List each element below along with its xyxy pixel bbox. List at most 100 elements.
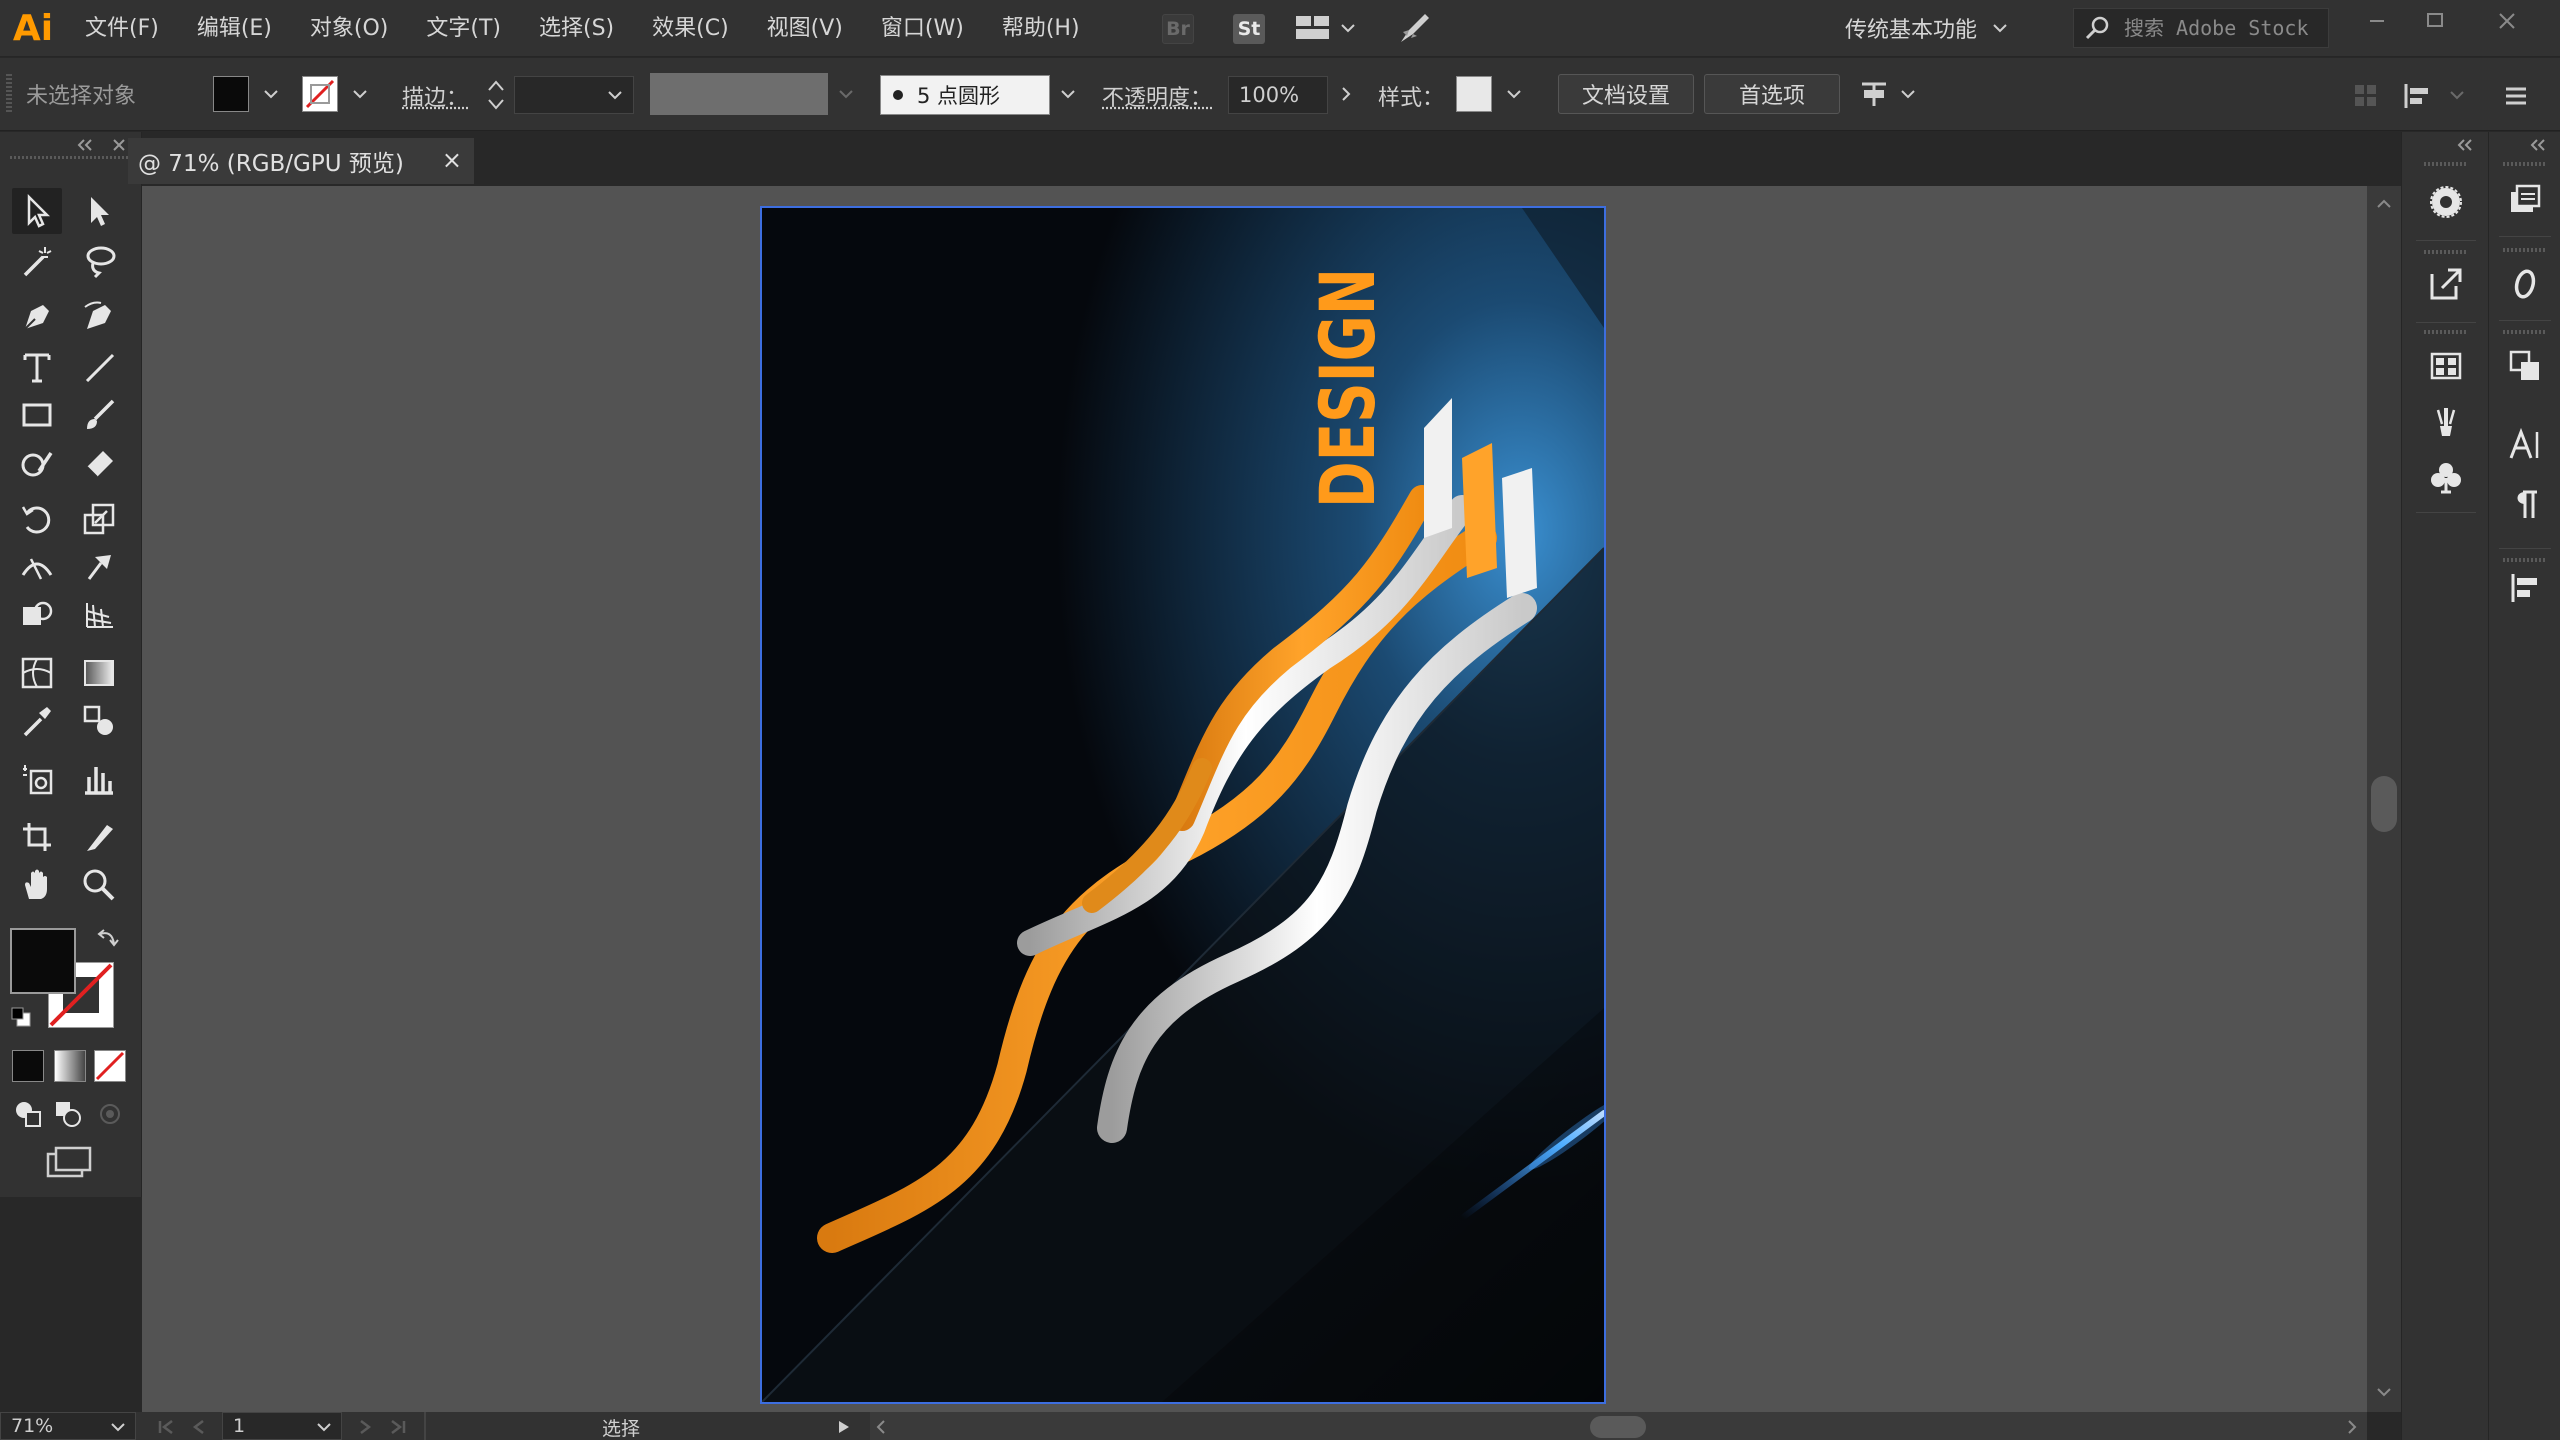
arrange-documents-button[interactable] <box>1295 12 1357 44</box>
menu-window[interactable]: 窗口(W) <box>862 0 983 57</box>
vertical-scroll-thumb[interactable] <box>2371 776 2397 832</box>
pen-tool[interactable] <box>12 294 62 340</box>
menu-view[interactable]: 视图(V) <box>748 0 862 57</box>
menu-object[interactable]: 对象(O) <box>291 0 407 57</box>
panel-grip[interactable] <box>2503 248 2547 252</box>
workspace-switcher[interactable]: 传统基本功能 <box>1845 8 2009 48</box>
default-fill-stroke-icon[interactable] <box>10 1006 32 1028</box>
magic-wand-tool[interactable] <box>12 238 62 284</box>
menu-type[interactable]: 文字(T) <box>407 0 520 57</box>
gradient-tool[interactable] <box>74 650 124 696</box>
style-dropdown-icon[interactable] <box>1504 84 1524 104</box>
profile-dropdown-icon[interactable] <box>836 84 856 104</box>
draw-normal-icon[interactable] <box>12 1098 44 1130</box>
stock-search-input[interactable] <box>2124 16 2314 40</box>
blend-tool[interactable] <box>74 698 124 744</box>
scroll-left-icon[interactable] <box>874 1418 888 1436</box>
canvas-area[interactable]: DESIGN <box>142 186 2367 1412</box>
gpu-performance-button[interactable] <box>1395 8 1435 48</box>
scale-tool[interactable] <box>74 496 124 542</box>
graphic-style-swatch[interactable] <box>1456 76 1492 112</box>
brushes-panel-button[interactable] <box>2424 400 2468 444</box>
status-menu-icon[interactable] <box>836 1418 852 1436</box>
mesh-tool[interactable] <box>12 650 62 696</box>
close-window-button[interactable] <box>2490 6 2524 36</box>
stock-button[interactable]: St <box>1233 14 1265 44</box>
collapse-panel-icon[interactable] <box>76 138 94 152</box>
scroll-up-icon[interactable] <box>2374 196 2394 210</box>
direct-selection-tool[interactable] <box>74 188 124 234</box>
panel-grip[interactable] <box>2503 558 2547 562</box>
opacity-field[interactable]: 100% <box>1228 76 1328 114</box>
artboard-tool[interactable] <box>12 814 62 860</box>
minimize-button[interactable] <box>2360 6 2394 36</box>
swap-fill-stroke-icon[interactable] <box>96 926 120 950</box>
brush-definition-select[interactable]: 5 点圆形 <box>880 75 1050 115</box>
scroll-right-icon[interactable] <box>2345 1418 2359 1436</box>
gradient-mode-button[interactable] <box>54 1050 86 1082</box>
appearance-panel-button[interactable] <box>2503 262 2547 306</box>
panel-grip[interactable] <box>2424 250 2468 254</box>
fill-dropdown-icon[interactable] <box>261 84 281 104</box>
fill-color-box[interactable] <box>10 928 76 994</box>
panel-grip[interactable] <box>2424 330 2468 334</box>
horizontal-scrollbar[interactable] <box>870 1412 2367 1440</box>
swatches-panel-button[interactable] <box>2424 344 2468 388</box>
curvature-tool[interactable] <box>74 294 124 340</box>
brush-dropdown-icon[interactable] <box>1058 84 1078 104</box>
variable-width-profile[interactable] <box>650 73 828 115</box>
width-tool[interactable] <box>12 544 62 590</box>
maximize-button[interactable] <box>2418 6 2452 36</box>
menu-file[interactable]: 文件(F) <box>66 0 178 57</box>
panel-grip[interactable] <box>2424 162 2468 166</box>
document-setup-button[interactable]: 文档设置 <box>1558 74 1694 114</box>
panel-grip[interactable] <box>2503 330 2547 334</box>
paragraph-panel-button[interactable] <box>2503 482 2547 526</box>
shaper-tool[interactable] <box>12 440 62 486</box>
panel-grip[interactable] <box>2503 162 2547 166</box>
align-panel-button[interactable] <box>2503 566 2547 610</box>
artboard-number-field[interactable]: 1 <box>222 1412 342 1440</box>
draw-inside-icon[interactable] <box>94 1098 126 1130</box>
preferences-button[interactable]: 首选项 <box>1704 74 1840 114</box>
vertical-scrollbar[interactable] <box>2367 186 2401 1412</box>
lasso-tool[interactable] <box>74 238 124 284</box>
libraries-panel-button[interactable] <box>2503 178 2547 222</box>
stroke-weight-field[interactable] <box>514 76 634 114</box>
collapse-panel-icon[interactable] <box>2456 138 2474 152</box>
selection-tool[interactable] <box>12 188 62 234</box>
color-mode-button[interactable] <box>12 1050 44 1082</box>
zoom-select[interactable]: 71% <box>0 1412 136 1440</box>
export-panel-button[interactable] <box>2424 262 2468 306</box>
align-bar-icon[interactable] <box>2402 80 2434 112</box>
panel-menu-icon[interactable] <box>2500 80 2532 112</box>
bridge-button[interactable]: Br <box>1162 14 1194 44</box>
color-panel-button[interactable] <box>2424 180 2468 224</box>
horizontal-scroll-thumb[interactable] <box>1590 1416 1646 1438</box>
chevron-down-icon[interactable] <box>2448 86 2466 104</box>
first-artboard-icon[interactable] <box>156 1418 178 1436</box>
chevron-right-icon[interactable] <box>1336 84 1356 104</box>
menu-select[interactable]: 选择(S) <box>520 0 633 57</box>
menu-edit[interactable]: 编辑(E) <box>178 0 291 57</box>
layers-panel-button[interactable] <box>2503 344 2547 388</box>
screen-mode-icon[interactable] <box>44 1144 92 1180</box>
artboard[interactable]: DESIGN <box>760 206 1606 1404</box>
document-tab-close[interactable]: × <box>442 146 462 174</box>
menu-effect[interactable]: 效果(C) <box>633 0 748 57</box>
control-bar-grip[interactable] <box>6 74 12 114</box>
none-mode-button[interactable] <box>94 1050 126 1082</box>
perspective-grid-tool[interactable] <box>74 592 124 638</box>
next-artboard-icon[interactable] <box>356 1418 374 1436</box>
shape-builder-tool[interactable] <box>12 592 62 638</box>
close-panel-icon[interactable] <box>112 138 126 152</box>
stroke-dropdown-icon[interactable] <box>350 84 370 104</box>
line-segment-tool[interactable] <box>74 344 124 390</box>
slice-tool[interactable] <box>74 814 124 860</box>
menu-help[interactable]: 帮助(H) <box>983 0 1099 57</box>
zoom-tool[interactable] <box>74 862 124 908</box>
hand-tool[interactable] <box>12 862 62 908</box>
stroke-weight-stepper-icon[interactable] <box>484 76 508 114</box>
character-panel-button[interactable] <box>2503 422 2547 466</box>
last-artboard-icon[interactable] <box>386 1418 408 1436</box>
